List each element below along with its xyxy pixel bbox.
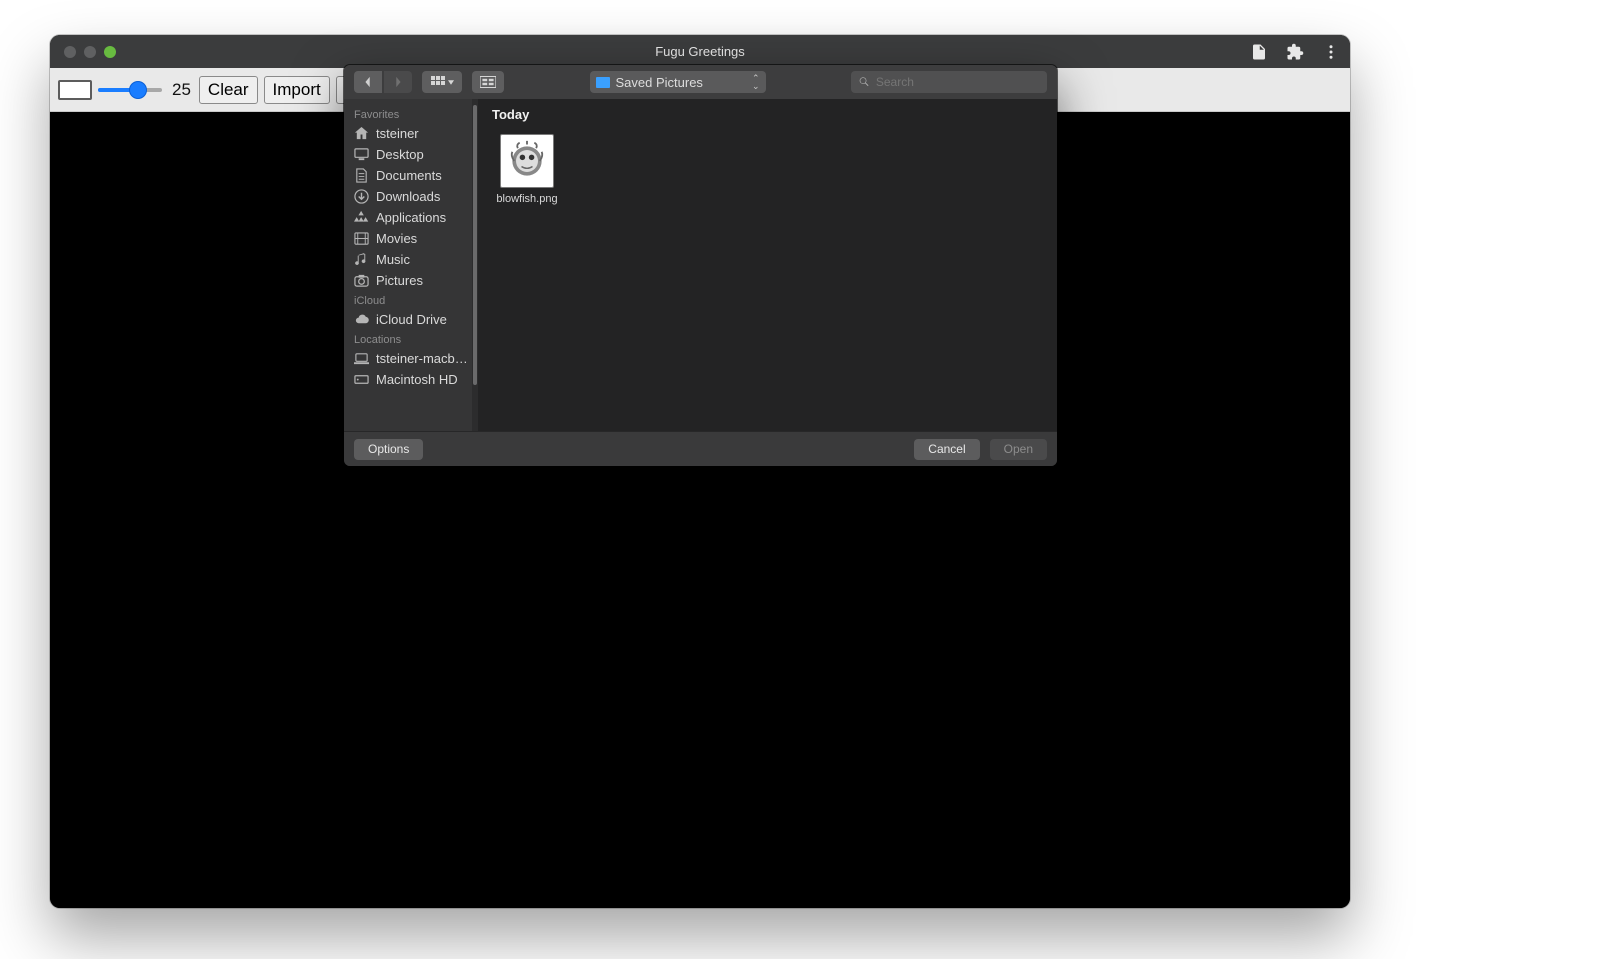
camera-icon [354,273,369,288]
sidebar-scrollbar[interactable] [472,99,478,431]
color-swatch[interactable] [58,80,92,100]
location-dropdown[interactable]: Saved Pictures ⌃⌄ [590,71,766,93]
file-dialog-footer: Options Cancel Open [344,431,1057,466]
sidebar-item-label: Desktop [376,147,424,162]
clear-button[interactable]: Clear [199,76,258,104]
movie-icon [354,231,369,246]
file-dialog-sidebar: Favorites tsteiner Desktop Documents Downlo… [344,99,478,431]
search-field[interactable] [851,71,1047,93]
file-thumbnail [500,134,554,188]
sidebar-item-tsteiner[interactable]: tsteiner [344,123,478,144]
traffic-lights [64,46,116,58]
sidebar-item-pictures[interactable]: Pictures [344,270,478,291]
sidebar-item-label: iCloud Drive [376,312,447,327]
sidebar-item-documents[interactable]: Documents [344,165,478,186]
desktop-icon [354,147,369,162]
view-mode-button[interactable] [422,71,462,93]
file-item[interactable]: blowfish.png [492,134,562,205]
minimize-window-button[interactable] [84,46,96,58]
group-button[interactable] [472,71,504,93]
import-button[interactable]: Import [264,76,330,104]
sidebar-header-locations: Locations [344,330,478,348]
folder-icon [596,77,610,88]
sidebar-item-label: tsteiner [376,126,419,141]
file-open-dialog: Saved Pictures ⌃⌄ Favorites tsteiner Desk… [344,65,1057,466]
download-icon [354,189,369,204]
sidebar-header-icloud: iCloud [344,291,478,309]
sidebar-item-label: Applications [376,210,446,225]
location-label: Saved Pictures [616,75,703,90]
sidebar-item-label: Music [376,252,410,267]
sidebar-item-desktop[interactable]: Desktop [344,144,478,165]
sidebar-item-tsteiner-macb-[interactable]: tsteiner-macb… [344,348,478,369]
sidebar-item-label: Macintosh HD [376,372,458,387]
sidebar-item-label: Pictures [376,273,423,288]
search-input[interactable] [876,75,1039,89]
cloud-icon [354,312,369,327]
titlebar: Fugu Greetings [50,35,1350,68]
sidebar-item-label: tsteiner-macb… [376,351,468,366]
nav-back-button[interactable] [354,71,382,93]
sidebar-item-downloads[interactable]: Downloads [344,186,478,207]
sidebar-header-favorites: Favorites [344,105,478,123]
sidebar-item-music[interactable]: Music [344,249,478,270]
sidebar-item-movies[interactable]: Movies [344,228,478,249]
apps-icon [354,210,369,225]
music-icon [354,252,369,267]
file-list-pane: Today blowfish.png [478,99,1057,431]
sidebar-item-label: Downloads [376,189,440,204]
close-window-button[interactable] [64,46,76,58]
sidebar-item-label: Movies [376,231,417,246]
file-dialog-toolbar: Saved Pictures ⌃⌄ [344,65,1057,99]
hd-icon [354,372,369,387]
more-menu-icon[interactable] [1322,43,1340,61]
fullscreen-window-button[interactable] [104,46,116,58]
chevron-updown-icon: ⌃⌄ [752,74,760,90]
home-icon [354,126,369,141]
options-button[interactable]: Options [354,439,423,460]
cancel-button[interactable]: Cancel [914,439,979,460]
title-actions [1250,43,1340,61]
search-icon [859,76,870,88]
nav-forward-button [384,71,412,93]
file-section-header: Today [478,99,1057,128]
doc-icon [354,168,369,183]
extensions-icon[interactable] [1286,43,1304,61]
laptop-icon [354,351,369,366]
document-icon[interactable] [1250,43,1268,61]
file-name: blowfish.png [496,193,557,205]
brush-size-slider[interactable] [98,81,162,99]
brush-size-value: 25 [172,80,191,100]
sidebar-item-icloud-drive[interactable]: iCloud Drive [344,309,478,330]
sidebar-item-applications[interactable]: Applications [344,207,478,228]
sidebar-item-label: Documents [376,168,442,183]
nav-buttons [354,71,412,93]
window-title: Fugu Greetings [50,44,1350,59]
open-button: Open [990,439,1047,460]
chevron-down-icon [448,80,454,85]
sidebar-item-macintosh-hd[interactable]: Macintosh HD [344,369,478,390]
